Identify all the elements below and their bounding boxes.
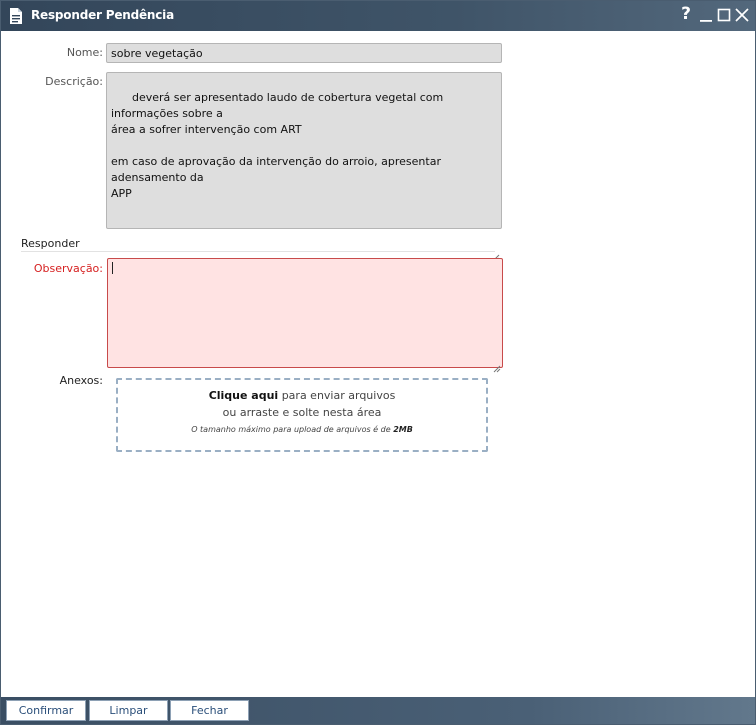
document-icon xyxy=(9,8,23,24)
observation-textarea[interactable] xyxy=(107,258,503,373)
clear-button[interactable]: Limpar xyxy=(89,700,168,721)
upload-instruction: para enviar arquivos xyxy=(278,389,396,402)
minimize-icon[interactable] xyxy=(697,6,715,24)
close-icon[interactable] xyxy=(733,6,751,24)
upload-limit-text: O tamanho máximo para upload de arquivos… xyxy=(191,425,394,434)
attachments-label: Anexos: xyxy=(59,374,103,387)
resize-grip-icon[interactable] xyxy=(492,219,500,262)
upload-link[interactable]: Clique aqui xyxy=(209,389,279,402)
dialog-content: Nome: sobre vegetação Descrição: deverá … xyxy=(5,31,751,695)
dialog-window: Responder Pendência ? Nome: sobre vegeta… xyxy=(0,0,756,725)
confirm-button[interactable]: Confirmar xyxy=(6,700,86,721)
section-divider xyxy=(21,251,495,252)
help-icon[interactable]: ? xyxy=(677,4,695,24)
title-bar[interactable]: Responder Pendência ? xyxy=(1,1,755,31)
observation-label: Observação: xyxy=(33,262,103,275)
description-text: deverá ser apresentado laudo de cobertur… xyxy=(111,91,444,200)
name-field: sobre vegetação xyxy=(106,43,502,63)
file-dropzone[interactable]: Clique aqui para enviar arquivos ou arra… xyxy=(116,378,488,452)
upload-limit-value: 2MB xyxy=(393,425,413,434)
dialog-title: Responder Pendência xyxy=(31,8,174,22)
description-field[interactable]: deverá ser apresentado laudo de cobertur… xyxy=(106,72,502,262)
section-title-responder: Responder xyxy=(21,237,80,250)
description-label: Descrição: xyxy=(45,75,103,88)
maximize-icon[interactable] xyxy=(715,6,733,24)
dialog-footer: Confirmar Limpar Fechar xyxy=(1,697,755,724)
close-button[interactable]: Fechar xyxy=(170,700,249,721)
drag-drop-instruction: ou arraste e solte nesta área xyxy=(222,406,382,419)
resize-grip-icon[interactable] xyxy=(493,358,501,373)
text-caret xyxy=(112,262,113,274)
name-label: Nome: xyxy=(66,46,103,59)
